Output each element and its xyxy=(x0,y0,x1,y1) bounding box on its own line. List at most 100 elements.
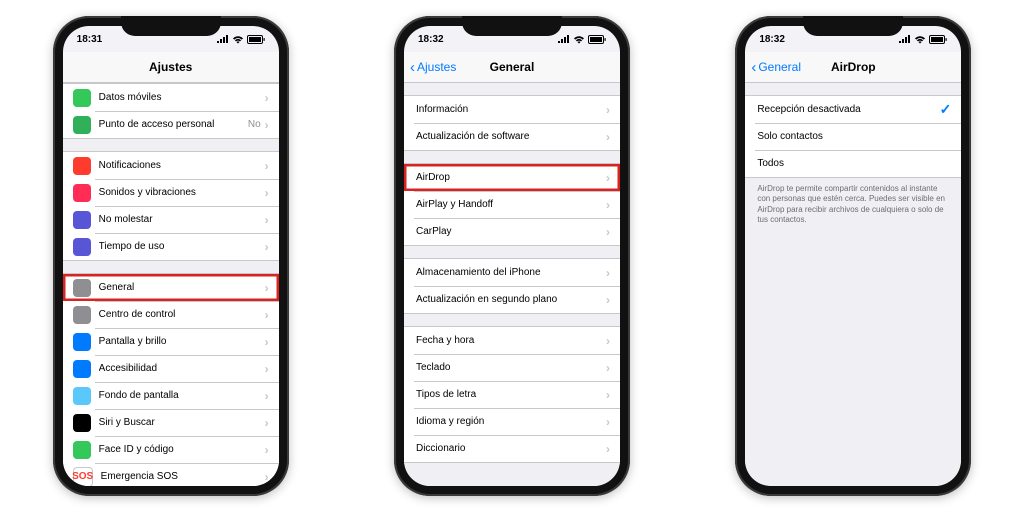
row-label: Tiempo de uso xyxy=(99,241,265,252)
chevron-left-icon: ‹ xyxy=(410,60,415,75)
chevron-right-icon: › xyxy=(606,198,610,212)
row-value: No xyxy=(248,119,261,130)
airdrop-footer-text: AirDrop te permite compartir contenidos … xyxy=(745,178,961,226)
back-button[interactable]: ‹ Ajustes xyxy=(410,60,456,75)
settings-row[interactable]: Actualización en segundo plano› xyxy=(404,286,620,313)
settings-list[interactable]: Datos móviles›Punto de acceso personalNo… xyxy=(63,83,279,486)
signal-icon xyxy=(217,35,229,43)
row-label: Centro de control xyxy=(99,309,265,320)
chevron-right-icon: › xyxy=(606,130,610,144)
airdrop-list[interactable]: Recepción desactivada✓Solo contactos Todo… xyxy=(745,83,961,486)
row-label: CarPlay xyxy=(416,226,606,237)
settings-row[interactable]: Fondo de pantalla› xyxy=(63,382,279,409)
chevron-right-icon: › xyxy=(265,389,269,403)
row-label: Notificaciones xyxy=(99,160,265,171)
chevron-right-icon: › xyxy=(265,335,269,349)
settings-row[interactable]: Diccionario› xyxy=(404,435,620,462)
nav-title: Ajustes xyxy=(149,60,192,74)
settings-row[interactable]: Centro de control› xyxy=(63,301,279,328)
settings-row[interactable]: Teclado› xyxy=(404,354,620,381)
wifi-icon xyxy=(573,35,585,44)
chevron-right-icon: › xyxy=(265,186,269,200)
row-label: AirDrop xyxy=(416,172,606,183)
row-label: Pantalla y brillo xyxy=(99,336,265,347)
chevron-right-icon: › xyxy=(606,225,610,239)
airdrop-option-row[interactable]: Todos xyxy=(745,150,961,177)
settings-row[interactable]: AirPlay y Handoff› xyxy=(404,191,620,218)
settings-group: General›Centro de control›Pantalla y bri… xyxy=(63,273,279,486)
settings-row[interactable]: Información› xyxy=(404,96,620,123)
back-button[interactable]: ‹ General xyxy=(751,60,801,75)
wifi-icon xyxy=(914,35,926,44)
wallpaper-icon xyxy=(73,387,91,405)
settings-row[interactable]: Tiempo de uso› xyxy=(63,233,279,260)
settings-group: Notificaciones›Sonidos y vibraciones›No … xyxy=(63,151,279,261)
back-label: General xyxy=(758,60,801,74)
signal-icon xyxy=(558,35,570,43)
general-list[interactable]: Información›Actualización de software› A… xyxy=(404,83,620,486)
row-label: Actualización de software xyxy=(416,131,606,142)
nav-bar: ‹ Ajustes General xyxy=(404,52,620,83)
settings-row[interactable]: Notificaciones› xyxy=(63,152,279,179)
settings-row[interactable]: Actualización de software› xyxy=(404,123,620,150)
screen: 18:31 Ajustes Datos móviles›Punto de acc… xyxy=(63,26,279,486)
settings-row[interactable]: Sonidos y vibraciones› xyxy=(63,179,279,206)
control-center-icon xyxy=(73,306,91,324)
settings-group: Almacenamiento del iPhone›Actualización … xyxy=(404,258,620,314)
airdrop-option-row[interactable]: Solo contactos xyxy=(745,123,961,150)
airdrop-option-row[interactable]: Recepción desactivada✓ xyxy=(745,96,961,123)
settings-row[interactable]: No molestar› xyxy=(63,206,279,233)
settings-group: Información›Actualización de software› xyxy=(404,95,620,151)
settings-row[interactable]: CarPlay› xyxy=(404,218,620,245)
chevron-right-icon: › xyxy=(606,171,610,185)
row-label: Fecha y hora xyxy=(416,335,606,346)
settings-row[interactable]: Fecha y hora› xyxy=(404,327,620,354)
settings-row[interactable]: General› xyxy=(63,274,279,301)
chevron-right-icon: › xyxy=(606,361,610,375)
chevron-right-icon: › xyxy=(606,266,610,280)
battery-icon xyxy=(247,35,265,44)
settings-row[interactable]: Pantalla y brillo› xyxy=(63,328,279,355)
sounds-icon xyxy=(73,184,91,202)
notch xyxy=(462,16,562,36)
settings-row[interactable]: Almacenamiento del iPhone› xyxy=(404,259,620,286)
chevron-right-icon: › xyxy=(606,103,610,117)
row-label: Idioma y región xyxy=(416,416,606,427)
screen: 18:32 ‹ General AirDrop Recepción desact… xyxy=(745,26,961,486)
battery-icon xyxy=(588,35,606,44)
signal-icon xyxy=(899,35,911,43)
settings-row[interactable]: SOSEmergencia SOS› xyxy=(63,463,279,486)
settings-row[interactable]: Datos móviles› xyxy=(63,84,279,111)
chevron-right-icon: › xyxy=(265,443,269,457)
settings-row[interactable]: Idioma y región› xyxy=(404,408,620,435)
chevron-right-icon: › xyxy=(606,415,610,429)
iphone-device-1: 18:31 Ajustes Datos móviles›Punto de acc… xyxy=(53,16,289,496)
status-icons xyxy=(217,35,265,44)
row-label: Fondo de pantalla xyxy=(99,390,265,401)
row-label: Tipos de letra xyxy=(416,389,606,400)
row-label: Punto de acceso personal xyxy=(99,119,248,130)
chevron-right-icon: › xyxy=(265,118,269,132)
chevron-right-icon: › xyxy=(265,240,269,254)
settings-row[interactable]: AirDrop› xyxy=(404,164,620,191)
status-icons xyxy=(558,35,606,44)
settings-row[interactable]: Accesibilidad› xyxy=(63,355,279,382)
cellular-icon xyxy=(73,89,91,107)
notifications-icon xyxy=(73,157,91,175)
chevron-right-icon: › xyxy=(606,334,610,348)
settings-row[interactable]: Tipos de letra› xyxy=(404,381,620,408)
battery-icon xyxy=(929,35,947,44)
settings-row[interactable]: Punto de acceso personalNo › xyxy=(63,111,279,138)
iphone-device-3: 18:32 ‹ General AirDrop Recepción desact… xyxy=(735,16,971,496)
iphone-device-2: 18:32 ‹ Ajustes General Información›Actu… xyxy=(394,16,630,496)
dnd-icon xyxy=(73,211,91,229)
settings-row[interactable]: Face ID y código› xyxy=(63,436,279,463)
wifi-icon xyxy=(232,35,244,44)
option-label: Todos xyxy=(757,158,951,169)
settings-group: Datos móviles›Punto de acceso personalNo… xyxy=(63,83,279,139)
row-label: Actualización en segundo plano xyxy=(416,294,606,305)
status-icons xyxy=(899,35,947,44)
row-label: Almacenamiento del iPhone xyxy=(416,267,606,278)
row-label: General xyxy=(99,282,265,293)
settings-row[interactable]: Siri y Buscar› xyxy=(63,409,279,436)
